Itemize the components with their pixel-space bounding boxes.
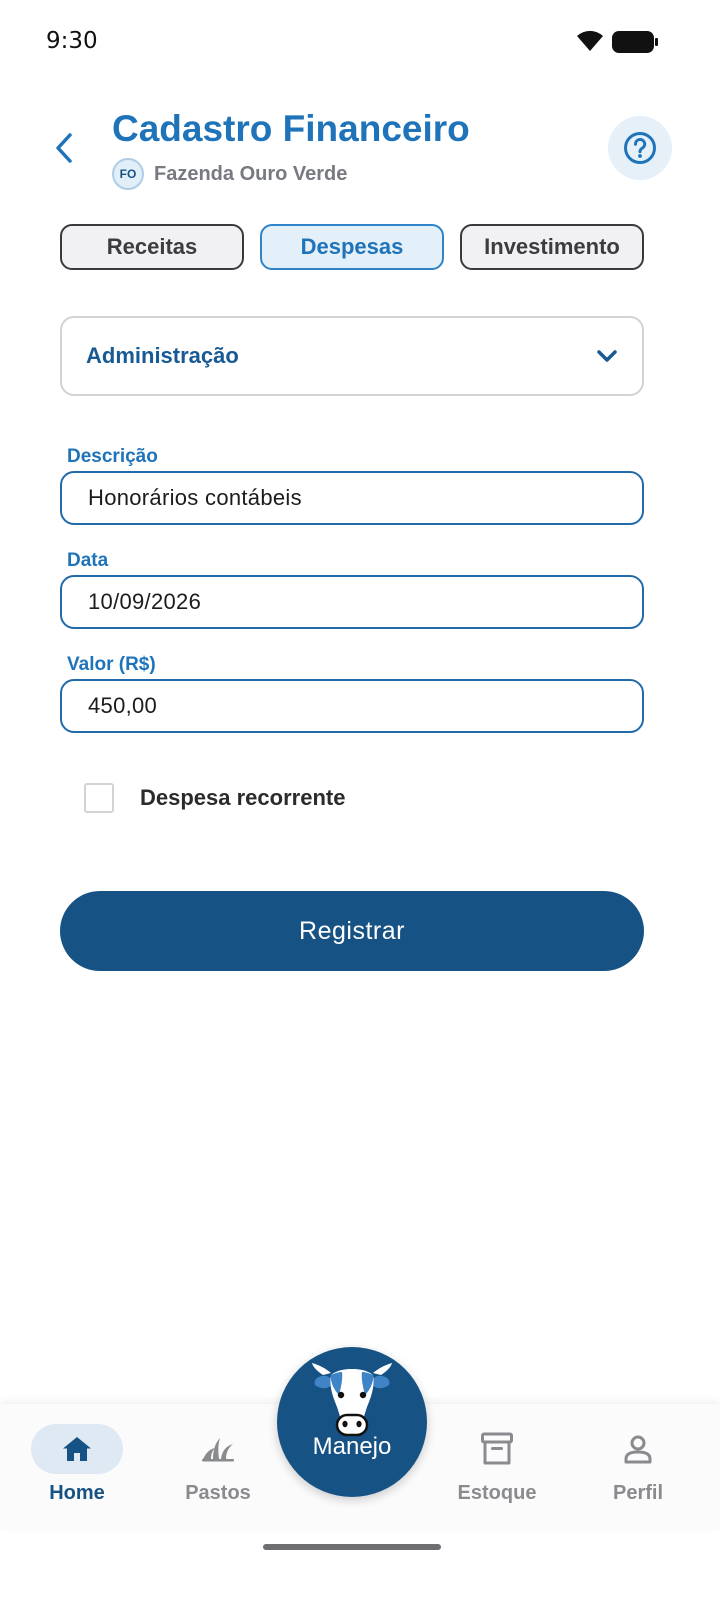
nav-item-estoque[interactable]: Estoque (451, 1404, 543, 1530)
status-time: 9:30 (46, 28, 98, 54)
farm-name: Fazenda Ouro Verde (154, 162, 348, 185)
amount-value: 450,00 (88, 693, 158, 718)
amount-field[interactable]: 450,00 (60, 679, 644, 733)
farm-avatar: FO (112, 158, 144, 190)
category-select[interactable]: Administração (60, 316, 644, 396)
page-title: Cadastro Financeiro (112, 108, 470, 149)
cow-icon (312, 1363, 392, 1437)
amount-label: Valor (R$) (67, 654, 156, 675)
grass-icon (202, 1438, 234, 1462)
help-button[interactable] (608, 116, 672, 180)
help-icon (624, 132, 656, 164)
archive-icon (481, 1432, 513, 1465)
description-label: Descrição (67, 446, 158, 467)
nav-label-estoque: Estoque (457, 1482, 537, 1504)
tab-investimento[interactable]: Investimento (460, 224, 644, 270)
nav-item-home[interactable]: Home (31, 1404, 123, 1530)
chevron-left-icon (56, 133, 72, 163)
description-field[interactable]: Honorários contábeis (60, 471, 644, 525)
manejo-button[interactable]: Manejo (277, 1347, 427, 1497)
recurring-checkbox-row[interactable]: Despesa recorrente (84, 783, 345, 813)
nav-item-perfil[interactable]: Perfil (592, 1404, 684, 1530)
description-value: Honorários contábeis (88, 485, 302, 510)
back-button[interactable] (44, 126, 84, 170)
home-icon (63, 1437, 91, 1461)
status-bar: 9:30 (0, 0, 720, 90)
transaction-type-tabs: Receitas Despesas Investimento (60, 224, 644, 270)
tab-receitas[interactable]: Receitas (60, 224, 244, 270)
nav-label-home: Home (49, 1482, 105, 1504)
chevron-down-icon (597, 350, 617, 362)
recurring-checkbox-label: Despesa recorrente (140, 785, 346, 810)
person-icon (624, 1435, 652, 1464)
category-select-value: Administração (86, 343, 239, 368)
recurring-checkbox[interactable] (84, 783, 114, 813)
farm-selector: FO Fazenda Ouro Verde (112, 158, 347, 190)
date-label: Data (67, 550, 109, 571)
register-button[interactable]: Registrar (60, 891, 644, 971)
battery-icon (612, 31, 658, 53)
date-value: 10/09/2026 (88, 589, 202, 614)
nav-item-pastos[interactable]: Pastos (172, 1404, 264, 1530)
home-indicator (263, 1544, 441, 1550)
tab-despesas[interactable]: Despesas (260, 224, 444, 270)
wifi-icon (577, 30, 603, 51)
nav-label-perfil: Perfil (612, 1482, 664, 1504)
nav-label-pastos: Pastos (185, 1482, 251, 1504)
manejo-label: Manejo (312, 1433, 392, 1460)
date-field[interactable]: 10/09/2026 (60, 575, 644, 629)
